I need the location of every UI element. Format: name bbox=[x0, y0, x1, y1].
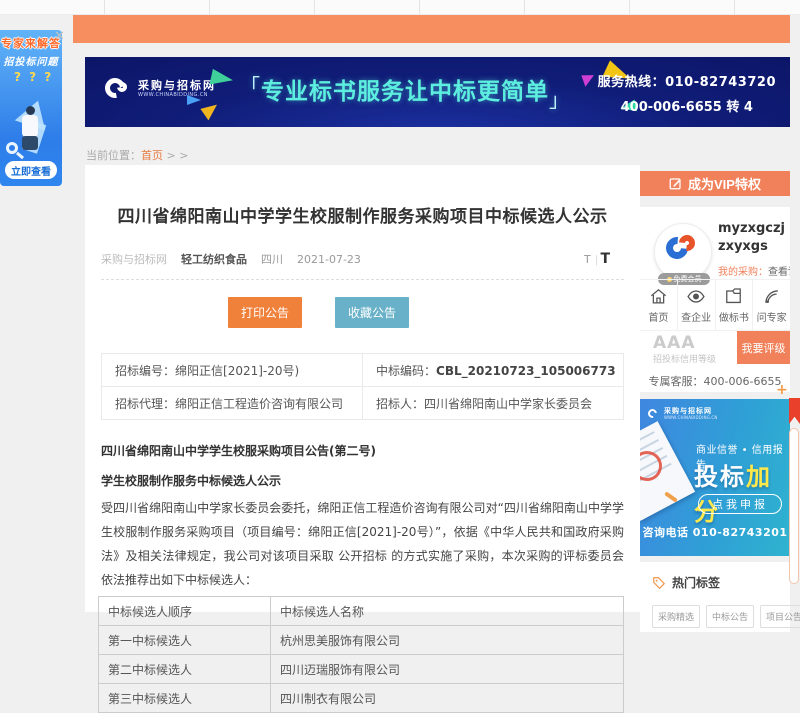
edge-floating-widget[interactable] bbox=[789, 398, 800, 424]
meta-source: 采购与招标网 bbox=[101, 251, 167, 267]
service-ad-banner[interactable]: 采购与招标网 WWW.CHINABIDDING.CN 「专业标书服务让中标更简单… bbox=[85, 57, 790, 127]
bid-info-table: 招标编号：绵阳正信[2021]-20号) 中标编码：CBL_20210723_1… bbox=[101, 353, 624, 420]
font-smaller-button[interactable]: T bbox=[584, 253, 591, 266]
chinabidding-logo-small: 采购与招标网WWW.CHINABIDDING.CN bbox=[648, 407, 718, 420]
article-card: 四川省绵阳南山中学学生校服制作服务采购项目中标候选人公示 采购与招标网 轻工纺织… bbox=[85, 165, 640, 612]
quick-nav: 首页 查企业 做标书 问专家 bbox=[640, 279, 790, 330]
hot-tags-header: 热门标签 bbox=[652, 574, 778, 591]
breadcrumb: 当前位置：首页 > > bbox=[86, 147, 188, 163]
banner-slogan: 「专业标书服务让中标更简单」 bbox=[240, 70, 570, 113]
credit-grade-desc: 招投标信用等级 bbox=[653, 352, 716, 365]
candidates-table: 中标候选人顺序 中标候选人名称 第一中标候选人 杭州思美服饰有限公司 第二中标候… bbox=[98, 596, 624, 713]
article-meta: 采购与招标网 轻工纺织食品 四川 2021-07-23 T|T bbox=[101, 251, 624, 267]
apply-now-button[interactable]: 点我申报 bbox=[698, 494, 782, 514]
print-notice-button[interactable]: 打印公告 bbox=[228, 297, 302, 328]
user-profile-card: 免费会员 myzxgczjzxyxgs 我的采购：查看详情 首页 查企业 做标书… bbox=[640, 207, 790, 392]
triangle-decoration bbox=[200, 100, 221, 121]
magnifier-icon bbox=[16, 152, 24, 159]
action-buttons: 打印公告 收藏公告 bbox=[228, 297, 624, 328]
credit-grade: AAA bbox=[653, 333, 695, 353]
notice-body-paragraph: 受四川省绵阳南山中学家长委员会委托，绵阳正信工程造价咨询有限公司对“四川省绵阳南… bbox=[101, 496, 624, 592]
top-orange-bar bbox=[73, 15, 790, 43]
edit-icon bbox=[669, 177, 682, 190]
rate-me-button[interactable]: 我要评级 bbox=[737, 331, 790, 364]
tag-chip[interactable]: 中标公告 bbox=[706, 605, 754, 628]
triangle-decoration bbox=[581, 71, 596, 86]
tag-chip[interactable]: 采购精选 bbox=[652, 605, 700, 628]
logo-name: 采购与招标网 bbox=[138, 80, 216, 92]
ad-headline: 投标加分 bbox=[694, 457, 790, 527]
table-row: 招标编号：绵阳正信[2021]-20号) 中标编码：CBL_20210723_1… bbox=[102, 354, 624, 387]
page: { "colors": { "orange_bar": "#f68e5f", "… bbox=[0, 0, 800, 612]
home-icon bbox=[649, 287, 668, 306]
eye-icon bbox=[686, 287, 706, 306]
become-vip-button[interactable]: 成为VIP特权 bbox=[640, 171, 790, 196]
person-illustration bbox=[26, 106, 35, 115]
tag-chip[interactable]: 项目公告 bbox=[760, 605, 800, 628]
tenderee-cell: 招标人：四川省绵阳南山中学家长委员会 bbox=[363, 387, 624, 420]
table-header-row: 中标候选人顺序 中标候选人名称 bbox=[99, 597, 624, 626]
table-row: 招标代理：绵阳正信工程造价咨询有限公司 招标人：四川省绵阳南山中学家长委员会 bbox=[102, 387, 624, 420]
rss-icon bbox=[762, 287, 781, 306]
person-illustration bbox=[22, 136, 38, 150]
close-icon[interactable]: ✕ bbox=[54, 29, 65, 44]
credit-rating-row: AAA 招投标信用等级 我要评级 bbox=[640, 330, 790, 363]
chinabidding-logo-icon bbox=[105, 76, 131, 102]
sidebar-item-search-company[interactable]: 查企业 bbox=[678, 280, 716, 330]
left-floating-banner[interactable]: 专家来解答 招投标问题 ? ? ? 立即查看 bbox=[0, 30, 62, 186]
sidebar-item-make-bid-doc[interactable]: 做标书 bbox=[716, 280, 754, 330]
sparkle-decoration: + bbox=[776, 382, 788, 398]
question-marks-decoration: ? ? ? bbox=[14, 70, 53, 84]
breadcrumb-home-link[interactable]: 首页 bbox=[141, 149, 163, 162]
sidebar-item-home[interactable]: 首页 bbox=[640, 280, 678, 330]
bid-bonus-ad-banner[interactable]: 采购与招标网WWW.CHINABIDDING.CN 商业信誉 • 信用报告 投标… bbox=[640, 399, 790, 556]
breadcrumb-separators: > > bbox=[163, 149, 188, 162]
tag-icon bbox=[652, 576, 666, 590]
meta-region[interactable]: 四川 bbox=[261, 251, 283, 267]
hot-tags-card: 热门标签 采购精选 中标公告 项目公告 bbox=[640, 562, 790, 632]
font-larger-button[interactable]: T bbox=[600, 251, 610, 267]
table-row: 第三中标候选人 四川制衣有限公司 bbox=[99, 684, 624, 713]
meta-category[interactable]: 轻工纺织食品 bbox=[181, 251, 247, 267]
view-now-button[interactable]: 立即查看 bbox=[5, 161, 57, 179]
sidebar-item-ask-expert[interactable]: 问专家 bbox=[753, 280, 790, 330]
dedicated-service-line: 专属客服：400-006-6655 bbox=[640, 373, 790, 389]
username: myzxgczjzxyxgs bbox=[718, 220, 788, 256]
font-size-controls: T|T bbox=[584, 251, 610, 267]
float-banner-subline: 招投标问题 bbox=[0, 53, 62, 68]
view-details-link[interactable]: 查看详情 bbox=[768, 267, 790, 278]
triangle-decoration bbox=[187, 95, 201, 105]
bid-number-cell: 招标编号：绵阳正信[2021]-20号) bbox=[102, 354, 363, 387]
logo-url: WWW.CHINABIDDING.CN bbox=[138, 92, 216, 99]
ad-phone: 咨询电话 010-82743201 bbox=[640, 524, 790, 540]
top-browser-strip bbox=[0, 0, 800, 15]
avatar[interactable]: 免费会员 bbox=[654, 223, 712, 281]
notice-subtitle-2: 学生校服制作服务中标候选人公示 bbox=[101, 472, 624, 489]
col-header-order: 中标候选人顺序 bbox=[99, 597, 271, 626]
float-banner-headline: 专家来解答 bbox=[0, 35, 62, 51]
col-header-name: 中标候选人名称 bbox=[271, 597, 624, 626]
breadcrumb-prefix: 当前位置： bbox=[86, 149, 141, 162]
person-illustration bbox=[22, 115, 38, 137]
my-procurement-line: 我的采购：查看详情 bbox=[718, 263, 790, 278]
notice-subtitle-1: 四川省绵阳南山中学学生校服采购项目公告(第二号) bbox=[101, 442, 624, 459]
service-hotline: 服务热线：010-82743720 400-006-6655 转 4 bbox=[598, 71, 776, 115]
edge-toolbar-collapsed[interactable] bbox=[789, 428, 799, 584]
table-row: 第二中标候选人 四川迈瑞服饰有限公司 bbox=[99, 655, 624, 684]
favorite-notice-button[interactable]: 收藏公告 bbox=[335, 297, 409, 328]
table-row: 第一中标候选人 杭州思美服饰有限公司 bbox=[99, 626, 624, 655]
tags-row: 采购精选 中标公告 项目公告 bbox=[652, 605, 778, 628]
dashed-divider bbox=[101, 279, 624, 280]
meta-date: 2021-07-23 bbox=[297, 253, 361, 266]
win-code-cell: 中标编码：CBL_20210723_105006773 bbox=[363, 354, 624, 387]
folder-icon bbox=[724, 287, 743, 306]
page-title: 四川省绵阳南山中学学生校服制作服务采购项目中标候选人公示 bbox=[101, 202, 624, 227]
agency-cell: 招标代理：绵阳正信工程造价咨询有限公司 bbox=[102, 387, 363, 420]
